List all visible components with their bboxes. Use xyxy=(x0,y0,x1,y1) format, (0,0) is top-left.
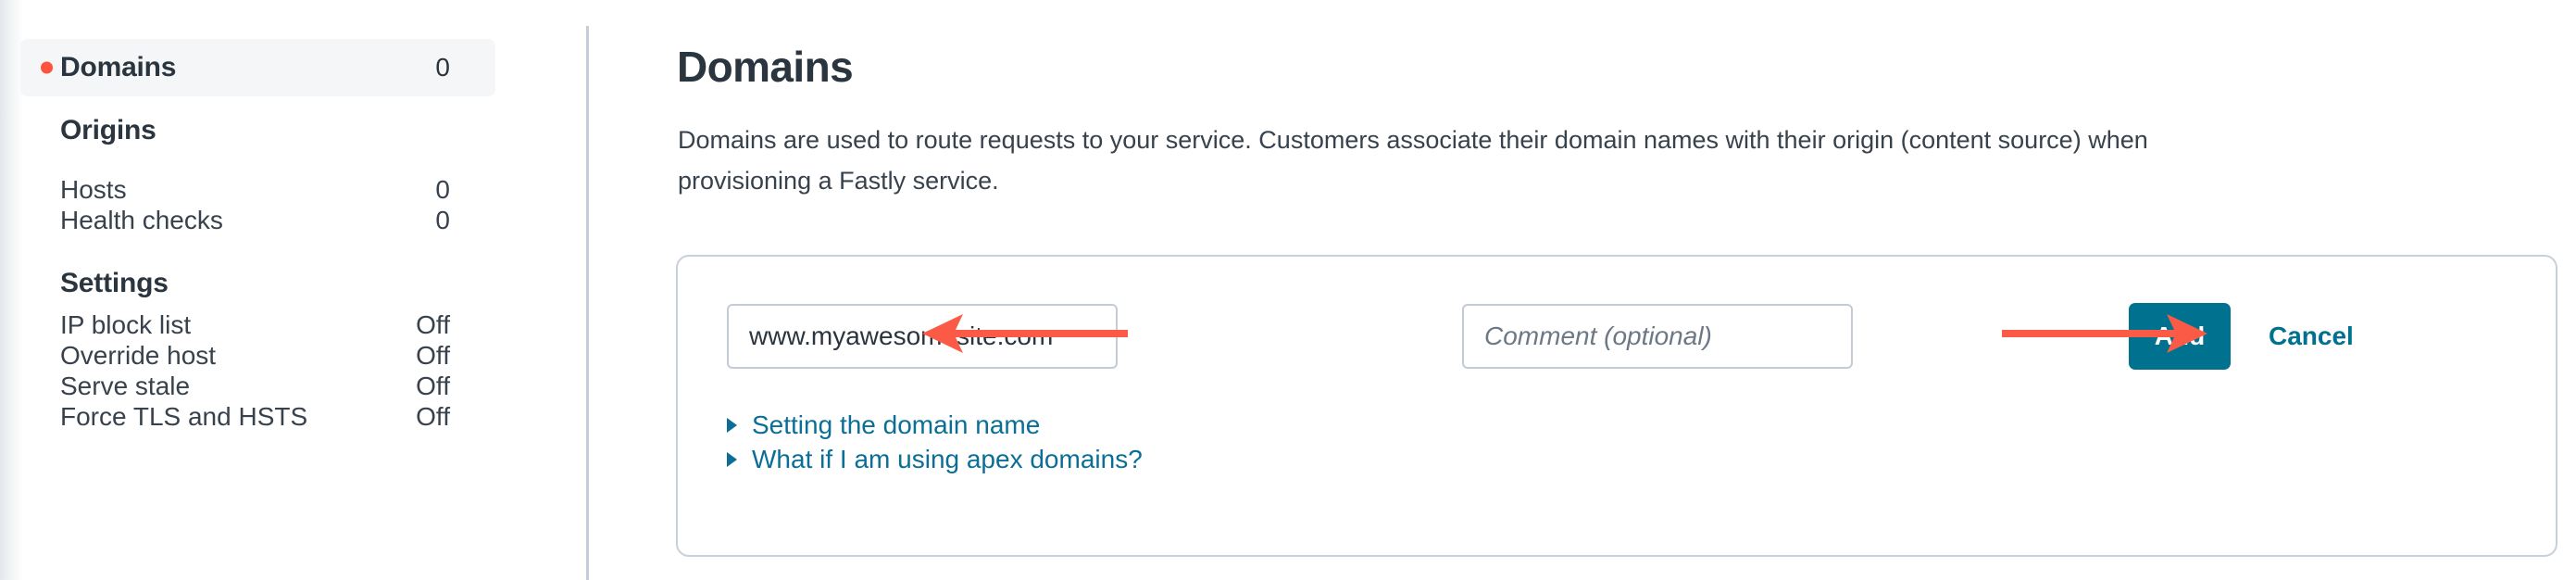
triangle-right-icon xyxy=(727,418,737,433)
sidebar-nav: Domains 0 Origins Hosts 0 Health checks … xyxy=(0,0,589,580)
sidebar-item-force-tls-hsts[interactable]: Force TLS and HSTS Off xyxy=(20,388,495,446)
main-content: Domains Domains are used to route reques… xyxy=(587,0,2576,580)
sidebar-item-health-checks-value: 0 xyxy=(435,206,450,234)
sidebar-heading-settings: Settings xyxy=(60,268,169,298)
page-description: Domains are used to route requests to yo… xyxy=(678,126,2148,195)
add-domain-card: www.myawesomesite.com Comment (optional)… xyxy=(676,255,2557,557)
sidebar-item-health-checks[interactable]: Health checks 0 xyxy=(20,192,495,249)
disclosure-apex-domains-label: What if I am using apex domains? xyxy=(752,445,1143,473)
domain-name-input-value: www.myawesomesite.com xyxy=(749,322,1054,350)
domain-name-input[interactable]: www.myawesomesite.com xyxy=(727,304,1118,369)
triangle-right-icon xyxy=(727,452,737,467)
comment-input[interactable]: Comment (optional) xyxy=(1462,304,1853,369)
sidebar-item-force-tls-hsts-value: Off xyxy=(416,402,450,431)
add-button[interactable]: Add xyxy=(2129,303,2231,370)
disclosure-apex-domains[interactable]: What if I am using apex domains? xyxy=(727,445,1143,474)
sidebar-heading-origins: Origins xyxy=(60,115,156,145)
disclosure-setting-the-domain-name-label: Setting the domain name xyxy=(752,410,1041,439)
cancel-button[interactable]: Cancel xyxy=(2269,303,2354,370)
sidebar-item-domains-value: 0 xyxy=(435,53,450,82)
comment-input-placeholder: Comment (optional) xyxy=(1484,322,1712,350)
page-title: Domains xyxy=(677,43,854,91)
disclosure-setting-the-domain-name[interactable]: Setting the domain name xyxy=(727,410,1040,440)
sidebar-item-domains[interactable]: Domains 0 xyxy=(20,39,495,96)
service-configuration-screen: Domains 0 Origins Hosts 0 Health checks … xyxy=(0,0,2576,580)
